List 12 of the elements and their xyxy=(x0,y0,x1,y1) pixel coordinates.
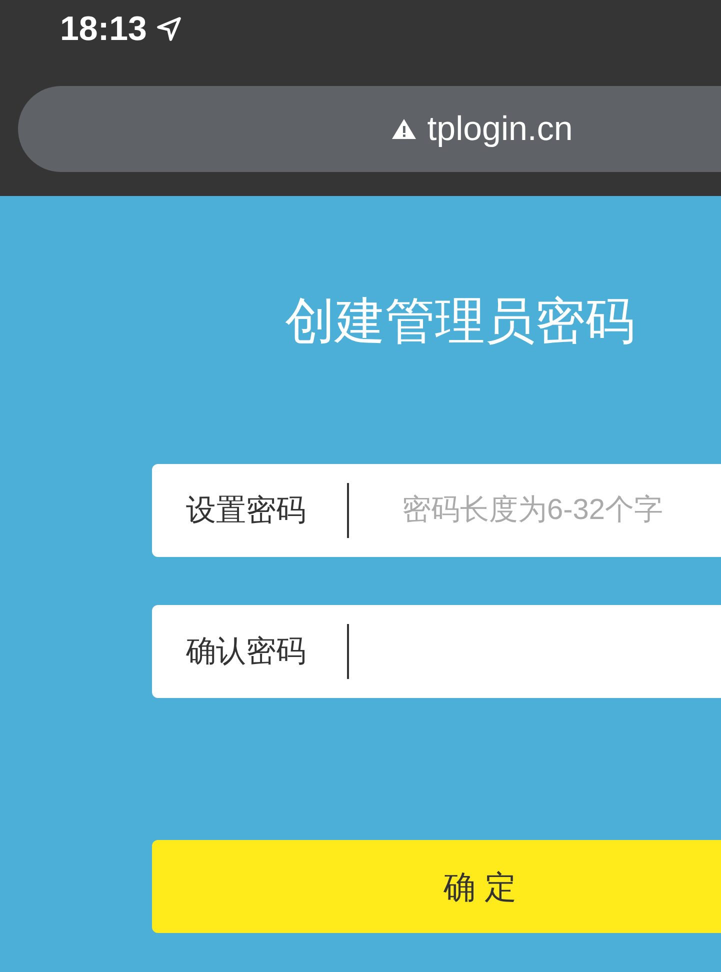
status-time: 18:13 xyxy=(60,12,147,46)
url-text: tplogin.cn xyxy=(427,112,573,146)
password-field[interactable]: 确认密码 xyxy=(152,605,721,698)
confirm-button[interactable]: 确 定 xyxy=(152,840,721,933)
password-field[interactable]: 设置密码 密码长度为6-32个字 xyxy=(152,464,721,557)
page-title: 创建管理员密码 xyxy=(285,293,635,349)
location-arrow-icon xyxy=(154,15,183,43)
placeholder-text[interactable]: 密码长度为6-32个字 xyxy=(402,488,721,532)
field-label: 设置密码 xyxy=(186,493,307,529)
address-bar[interactable]: tplogin.cn xyxy=(18,86,721,172)
warning-icon xyxy=(391,118,418,140)
field-label: 确认密码 xyxy=(186,634,307,670)
